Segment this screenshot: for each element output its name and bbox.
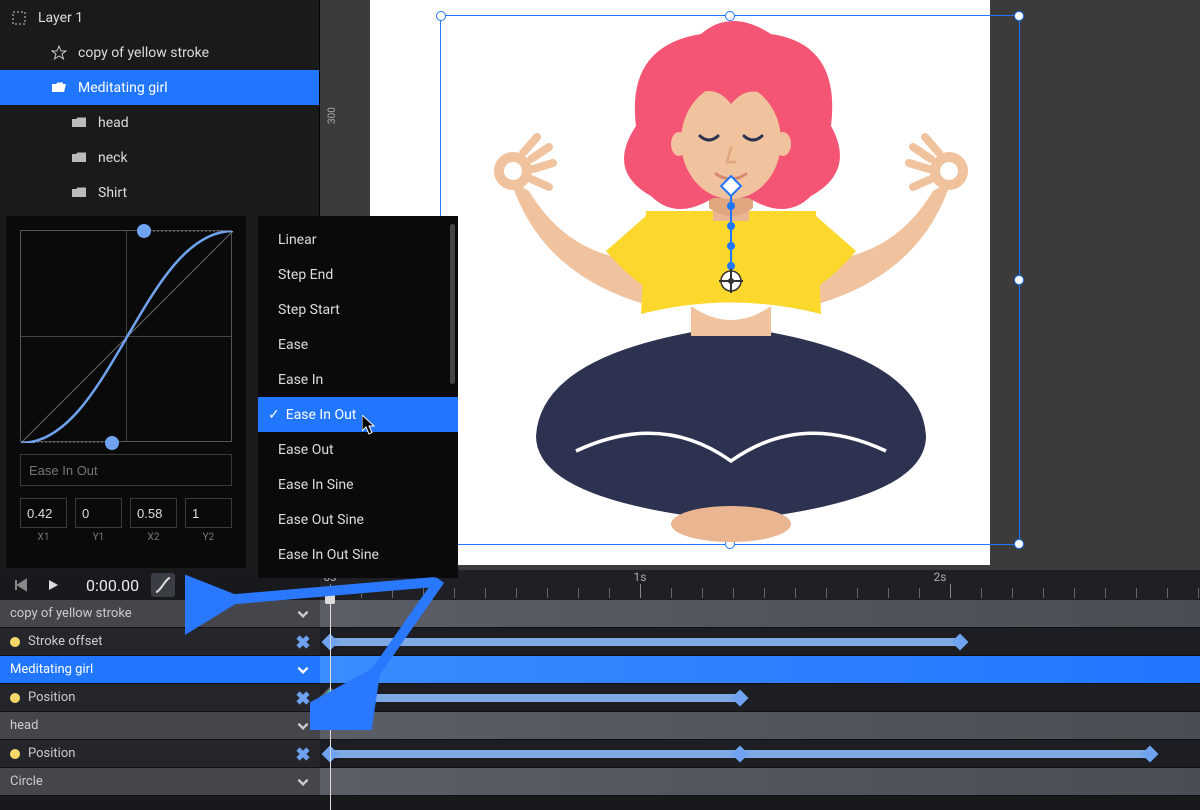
keyframe[interactable] [732,746,749,763]
tween-bar[interactable] [330,638,960,646]
layer-item[interactable]: copy of yellow stroke [0,35,319,70]
property-indicator-icon [10,693,20,703]
easing-option[interactable]: Step Start [258,292,458,327]
layer-label: copy of yellow stroke [78,45,209,61]
keyframe[interactable] [952,634,969,651]
playhead-handle[interactable] [325,590,335,604]
cursor-icon [362,415,378,435]
chevron-down-icon[interactable] [296,775,310,789]
folder-icon [70,184,88,202]
track-property[interactable]: Position [0,684,1200,712]
layer-label: Shirt [98,185,127,201]
layer-item[interactable]: neck [0,140,319,175]
bezier-y2-input[interactable] [185,498,232,528]
meditating-girl-illustration [441,16,1021,546]
easing-dropdown-menu: Linear Step End Step Start Ease Ease In … [258,216,458,578]
bezier-y1-input[interactable] [75,498,122,528]
time-label: 2s [934,570,947,584]
easing-option[interactable]: Ease [258,327,458,362]
bezier-handle-p2[interactable] [137,224,151,238]
chevron-down-icon[interactable] [296,663,310,677]
bezier-label: X2 [130,532,177,543]
track-label: Stroke offset [28,634,103,649]
folder-icon [70,149,88,167]
layer-item[interactable]: Shirt [0,175,319,210]
folder-icon [70,114,88,132]
layer-label: neck [98,150,128,166]
track-label: copy of yellow stroke [10,606,132,621]
track-lane[interactable] [320,656,1200,684]
bezier-label: Y1 [75,532,122,543]
track-lane[interactable] [320,600,1200,628]
canvas-artboard[interactable] [370,0,990,565]
easing-option-selected[interactable]: ✓Ease In Out [258,397,458,432]
add-keyframe-button[interactable] [296,635,310,649]
time-label: 1s [634,570,647,584]
easing-panel: X1 Y1 X2 Y2 [6,216,246,568]
track-group[interactable]: head [0,712,1200,740]
easing-option[interactable]: Ease Out Sine [258,502,458,537]
keyframe[interactable] [732,690,749,707]
bezier-values: X1 Y1 X2 Y2 [20,498,232,543]
easing-name-input[interactable] [20,454,232,486]
layer-root[interactable]: Layer 1 [0,0,319,35]
bezier-label: X1 [20,532,67,543]
easing-option[interactable]: Ease Out [258,432,458,467]
group-icon [10,9,28,27]
play-button[interactable] [42,574,64,596]
track-property[interactable]: Position [0,740,1200,768]
track-label: Circle [10,774,43,789]
track-lane[interactable] [320,712,1200,740]
bezier-label: Y2 [185,532,232,543]
track-label: Position [28,746,75,761]
easing-option[interactable]: Step End [258,257,458,292]
chevron-down-icon[interactable] [296,607,310,621]
bezier-handle-p1[interactable] [105,436,119,450]
track-label: head [10,718,38,733]
layer-label: Meditating girl [78,80,168,96]
star-icon [50,44,68,62]
easing-option[interactable]: Ease In [258,362,458,397]
add-keyframe-button[interactable] [296,747,310,761]
current-time-display[interactable]: 0:00.00 [86,576,139,595]
easing-curve-button[interactable] [151,573,175,597]
property-indicator-icon [10,749,20,759]
easing-option[interactable]: Ease In Out Sine [258,537,458,572]
selection-bounds[interactable] [440,15,1020,545]
track-group[interactable]: Circle [0,768,1200,796]
track-property[interactable]: Stroke offset [0,628,1200,656]
bezier-curve-editor[interactable] [20,230,232,442]
layer-item[interactable]: head [0,105,319,140]
layer-item-selected[interactable]: Meditating girl [0,70,319,105]
checkmark-icon: ✓ [268,407,280,423]
property-indicator-icon [10,637,20,647]
layer-label: Layer 1 [38,10,83,26]
track-lane[interactable] [320,768,1200,796]
skip-to-start-button[interactable] [10,574,32,596]
easing-option[interactable]: Ease In Sine [258,467,458,502]
layer-label: head [98,115,129,131]
timeline-tracks: copy of yellow stroke Stroke offset Medi… [0,600,1200,810]
curve-plot [21,231,233,443]
track-lane[interactable] [320,740,1200,768]
ruler-tick: 300 [327,107,338,124]
tween-bar[interactable] [330,694,740,702]
playhead[interactable] [330,600,331,810]
bezier-x2-input[interactable] [130,498,177,528]
easing-option[interactable]: Linear [258,222,458,257]
track-label: Meditating girl [10,662,93,677]
chevron-down-icon[interactable] [296,719,310,733]
track-lane[interactable] [320,628,1200,656]
track-lane[interactable] [320,684,1200,712]
add-keyframe-button[interactable] [296,691,310,705]
folder-open-icon [50,79,68,97]
timeline-panel: 0:00.00 0s 1s 2s copy of yellow stroke S… [0,570,1200,810]
track-group[interactable]: copy of yellow stroke [0,600,1200,628]
track-label: Position [28,690,75,705]
bezier-x1-input[interactable] [20,498,67,528]
keyframe[interactable] [1142,746,1159,763]
track-group-selected[interactable]: Meditating girl [0,656,1200,684]
